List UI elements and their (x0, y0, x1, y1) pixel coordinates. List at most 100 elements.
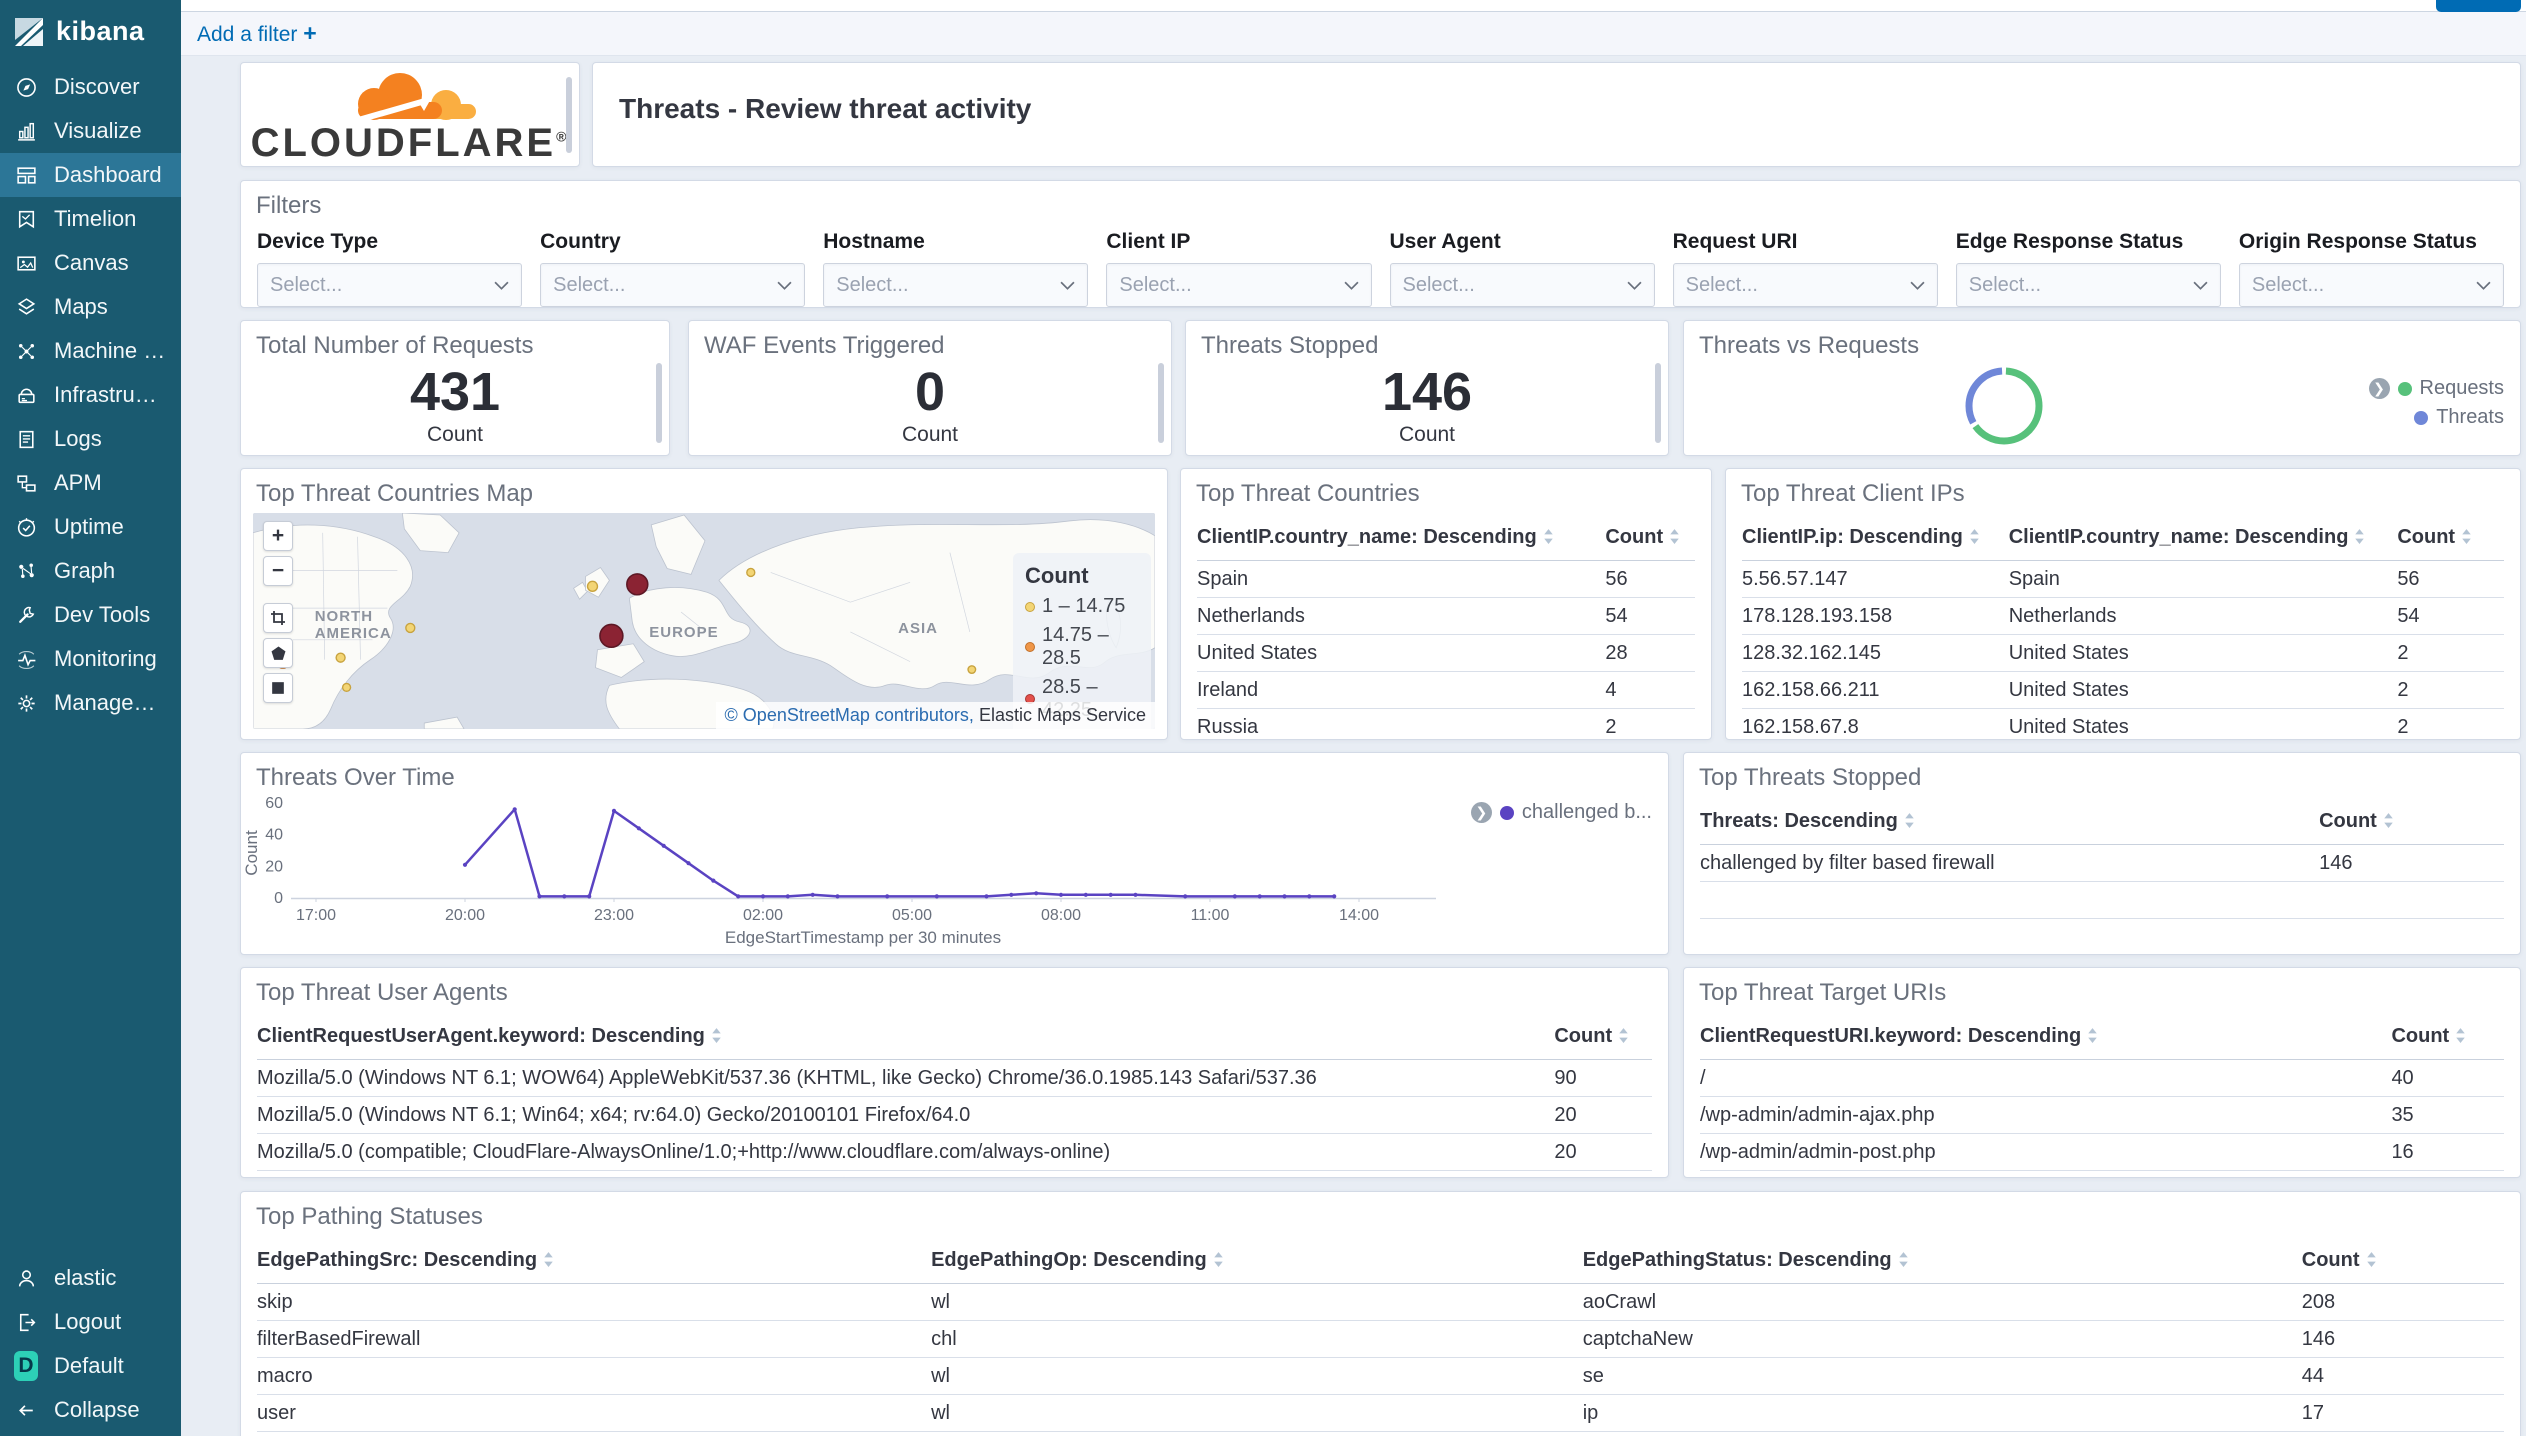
sort-icon[interactable] (543, 1251, 554, 1274)
sidebar-item-machine-le[interactable]: Machine Le... (0, 329, 181, 373)
draw-rectangle-button[interactable] (263, 673, 293, 703)
sort-icon[interactable] (2383, 812, 2394, 835)
panel-scrollbar[interactable] (566, 77, 572, 153)
column-header[interactable]: ClientRequestUserAgent.keyword: Descendi… (257, 1015, 1555, 1060)
table-row[interactable]: /wp-admin/admin-ajax.php?action=update-z… (1700, 1170, 2504, 1177)
sidebar-item-elastic[interactable]: elastic (0, 1256, 181, 1300)
table-row[interactable]: /wp-admin/admin-post.php 16 (1700, 1133, 2504, 1171)
sidebar-item-canvas[interactable]: Canvas (0, 241, 181, 285)
legend-label[interactable]: Requests (2420, 377, 2505, 400)
hostname-select[interactable]: Select... (823, 263, 1089, 307)
openstreetmap-link[interactable]: © OpenStreetMap contributors, (725, 705, 974, 725)
legend-label[interactable]: challenged b... (1522, 801, 1652, 824)
column-header[interactable]: Threats: Descending (1700, 800, 2320, 845)
table-row[interactable]: filterBasedFirewall chl captchaNew 146 (257, 1320, 2504, 1358)
table-row[interactable]: Ireland 4 (1197, 671, 1695, 709)
sort-icon[interactable] (1618, 1027, 1629, 1050)
sort-icon[interactable] (2366, 1251, 2377, 1274)
legend-label[interactable]: Threats (2436, 406, 2504, 429)
table-row[interactable]: United States 28 (1197, 634, 1695, 672)
table-row[interactable]: Russia 2 (1197, 708, 1695, 739)
table-row[interactable]: Mozilla/5.0 (Windows NT 6.1; Win64; x64;… (257, 1096, 1652, 1134)
origin-response-status-select[interactable]: Select... (2238, 263, 2504, 307)
sidebar-item-timelion[interactable]: Timelion (0, 197, 181, 241)
table-row[interactable]: Netherlands 54 (1197, 597, 1695, 635)
column-header[interactable]: EdgePathingOp: Descending (931, 1239, 1583, 1284)
sidebar-item-infrastructure[interactable]: Infrastructure (0, 373, 181, 417)
sidebar-item-uptime[interactable]: Uptime (0, 505, 181, 549)
sort-icon[interactable] (1898, 1251, 1909, 1274)
column-header[interactable]: Count (2391, 1015, 2504, 1060)
table-row[interactable]: 5.56.57.147 Spain 56 (1742, 560, 2504, 598)
panel-scrollbar[interactable] (1655, 363, 1661, 443)
sort-icon[interactable] (711, 1027, 722, 1050)
sort-icon[interactable] (2354, 528, 2365, 551)
sidebar-item-logout[interactable]: Logout (0, 1300, 181, 1344)
query-update-button[interactable] (2436, 0, 2521, 12)
add-filter-link[interactable]: Add a filter + (197, 20, 317, 47)
edge-response-status-select[interactable]: Select... (1955, 263, 2221, 307)
sidebar-item-visualize[interactable]: Visualize (0, 109, 181, 153)
panel-scrollbar[interactable] (656, 363, 662, 443)
client-ip-select[interactable]: Select... (1106, 263, 1372, 307)
column-header[interactable]: Count (2319, 800, 2504, 845)
column-header[interactable]: ClientIP.country_name: Descending (1197, 516, 1606, 561)
table-row[interactable]: 162.158.66.211 United States 2 (1742, 671, 2504, 709)
sort-icon[interactable] (1213, 1251, 1224, 1274)
draw-polygon-button[interactable] (263, 638, 293, 668)
sort-icon[interactable] (1669, 528, 1680, 551)
sidebar-item-maps[interactable]: Maps (0, 285, 181, 329)
sidebar-item-collapse[interactable]: Collapse (0, 1388, 181, 1432)
table-row[interactable]: Mozilla/5.0 (compatible; CloudFlare-Alwa… (257, 1133, 1652, 1171)
sidebar-item-apm[interactable]: APM (0, 461, 181, 505)
sidebar-item-graph[interactable]: Graph (0, 549, 181, 593)
sort-icon[interactable] (1904, 812, 1915, 835)
donut-chart[interactable] (1952, 354, 2056, 456)
column-header[interactable]: Count (1554, 1015, 1652, 1060)
column-header[interactable]: Count (1605, 516, 1695, 561)
table-row[interactable]: 162.158.67.8 United States 2 (1742, 708, 2504, 739)
table-row[interactable]: challenged by filter based firewall 146 (1700, 844, 2504, 882)
table-row[interactable]: 128.32.162.145 United States 2 (1742, 634, 2504, 672)
zoom-out-button[interactable]: − (263, 556, 293, 586)
sidebar-item-discover[interactable]: Discover (0, 65, 181, 109)
column-header[interactable]: Count (2397, 516, 2504, 561)
table-row[interactable]: Mozilla/5.0 (compatible; MSIE 9.0; Windo… (257, 1170, 1652, 1177)
table-row[interactable]: 178.128.193.158 Netherlands 54 (1742, 597, 2504, 635)
table-row[interactable]: /wp-admin/admin-ajax.php 35 (1700, 1096, 2504, 1134)
sidebar-item-management[interactable]: Management (0, 681, 181, 725)
world-map[interactable]: + − NORTH AMERICA EUROPE ASIA Count 1 – 14… (253, 513, 1155, 729)
legend-toggle-icon[interactable]: ❯ (1470, 802, 1492, 823)
column-header[interactable]: EdgePathingSrc: Descending (257, 1239, 932, 1284)
zoom-in-button[interactable]: + (263, 521, 293, 551)
table-row[interactable]: Mozilla/5.0 (Windows NT 6.1; WOW64) Appl… (257, 1059, 1652, 1097)
column-header[interactable]: ClientRequestURI.keyword: Descending (1700, 1015, 2392, 1060)
query-bar[interactable] (181, 0, 2526, 12)
column-header[interactable]: Count (2301, 1239, 2504, 1284)
table-row[interactable]: /40 (1700, 1059, 2504, 1097)
sidebar-item-logs[interactable]: Logs (0, 417, 181, 461)
sort-icon[interactable] (1969, 528, 1980, 551)
sort-icon[interactable] (2087, 1027, 2098, 1050)
column-header[interactable]: ClientIP.country_name: Descending (2008, 516, 2398, 561)
sidebar-item-default[interactable]: D Default (0, 1344, 181, 1388)
table-row[interactable]: skip wl aoCrawl 208 (257, 1283, 2504, 1321)
column-header[interactable]: EdgePathingStatus: Descending (1582, 1239, 2302, 1284)
device-type-select[interactable]: Select... (257, 263, 523, 307)
sort-icon[interactable] (2455, 1027, 2466, 1050)
sort-icon[interactable] (1543, 528, 1554, 551)
panel-scrollbar[interactable] (1158, 363, 1164, 443)
request-uri-select[interactable]: Select... (1672, 263, 1938, 307)
table-row[interactable]: Spain 56 (1197, 560, 1695, 598)
sort-icon[interactable] (2461, 528, 2472, 551)
table-row[interactable]: user wl ip 17 (257, 1394, 2504, 1432)
user-agent-select[interactable]: Select... (1389, 263, 1655, 307)
table-row[interactable]: macro wl se 44 (257, 1357, 2504, 1395)
country-select[interactable]: Select... (540, 263, 806, 307)
sidebar-item-dashboard[interactable]: Dashboard (0, 153, 181, 197)
line-chart[interactable]: 0 20 40 60 17:00 20:00 23:00 02:00 05:00 08:00 11:… (241, 753, 1669, 955)
legend-toggle-icon[interactable]: ❯ (2368, 378, 2390, 399)
sidebar-item-dev-tools[interactable]: Dev Tools (0, 593, 181, 637)
fit-bounds-button[interactable] (263, 603, 293, 633)
column-header[interactable]: ClientIP.ip: Descending (1742, 516, 2009, 561)
